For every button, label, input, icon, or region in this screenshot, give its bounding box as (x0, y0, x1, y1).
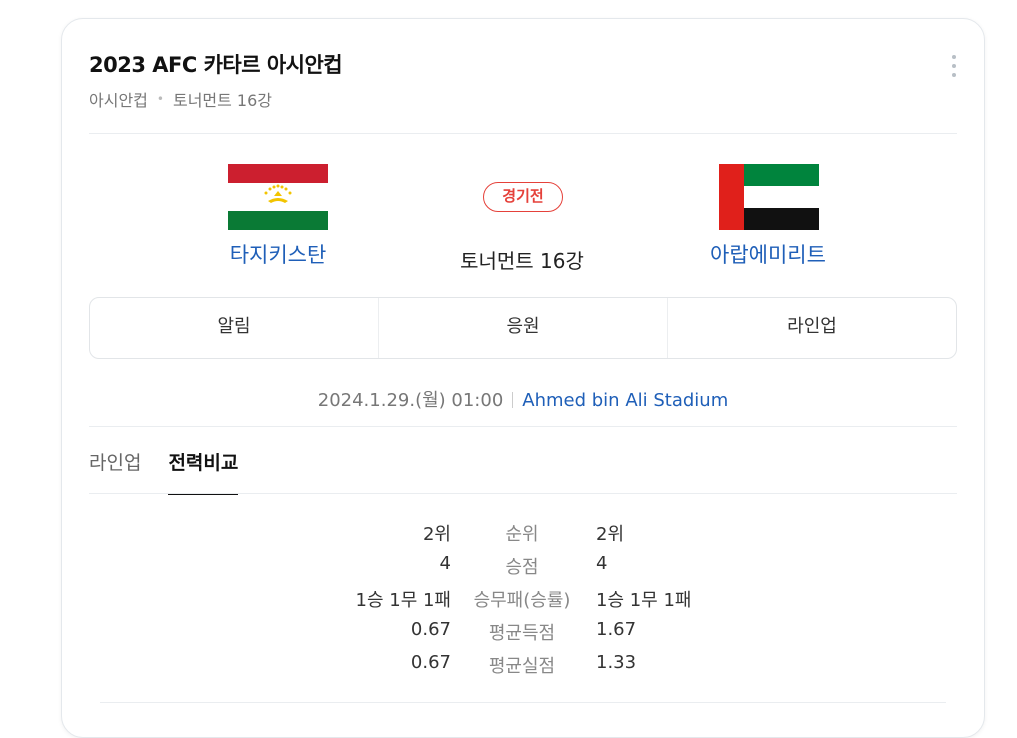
more-vertical-icon[interactable] (946, 55, 962, 77)
sub-tab-bar: 라인업 전력비교 (89, 447, 265, 495)
stat-row-rank: 2위 순위 2위 (62, 516, 986, 549)
lineup-button[interactable]: 라인업 (668, 298, 956, 358)
match-action-bar: 알림 응원 라인업 (89, 297, 957, 359)
home-team-name[interactable]: 타지키스탄 (178, 239, 378, 269)
info-separator (512, 392, 514, 408)
stat-label: 승점 (505, 557, 539, 578)
away-stat-value: 2위 (596, 524, 625, 545)
away-team-name[interactable]: 아랍에미리트 (668, 239, 868, 269)
alarm-button[interactable]: 알림 (90, 298, 379, 358)
status-badge: 경기전 (483, 182, 563, 212)
stat-label: 평균득점 (488, 623, 556, 644)
match-card: 2023 AFC 카타르 아시안컵 아시안컵 • 토너먼트 16강 타지키스탄 … (61, 18, 985, 738)
stats-comparison: 2위 순위 2위 4 승점 4 1승 1무 1패 승무패(승률) 1승 1무 1… (62, 516, 986, 681)
stat-row-points: 4 승점 4 (62, 549, 986, 582)
uae-flag-icon[interactable] (719, 164, 819, 230)
divider (89, 426, 957, 427)
away-stat-value: 1.33 (596, 652, 637, 673)
stat-row-avg-conceded: 0.67 평균실점 1.33 (62, 648, 986, 681)
stat-row-avg-scored: 0.67 평균득점 1.67 (62, 615, 986, 648)
match-datetime: 2024.1.29.(월) 01:00 (317, 390, 504, 411)
dot-separator: • (156, 92, 164, 106)
card-subtitle: 아시안컵 • 토너먼트 16강 (89, 87, 272, 111)
away-stat-value: 1승 1무 1패 (596, 590, 692, 611)
card-title: 2023 AFC 카타르 아시안컵 (89, 53, 343, 77)
stat-row-record: 1승 1무 1패 승무패(승률) 1승 1무 1패 (62, 582, 986, 615)
stat-label: 승무패(승률) (473, 590, 571, 611)
divider (89, 133, 957, 134)
stage-label: 토너먼트 16강 (172, 91, 273, 110)
tajikistan-flag-icon[interactable] (228, 164, 328, 230)
away-stat-value: 4 (596, 553, 608, 574)
match-info: 2024.1.29.(월) 01:00 Ahmed bin Ali Stadium (62, 386, 984, 412)
tab-lineup[interactable]: 라인업 (89, 447, 141, 495)
stadium-link[interactable]: Ahmed bin Ali Stadium (522, 390, 728, 411)
divider (89, 493, 957, 494)
match-round: 토너먼트 16강 (460, 249, 584, 273)
league-label[interactable]: 아시안컵 (89, 87, 148, 111)
stat-label: 평균실점 (488, 656, 556, 677)
away-stat-value: 1.67 (596, 619, 637, 640)
cheer-button[interactable]: 응원 (379, 298, 668, 358)
tab-comparison[interactable]: 전력비교 (168, 447, 239, 495)
stat-label: 순위 (505, 524, 539, 545)
